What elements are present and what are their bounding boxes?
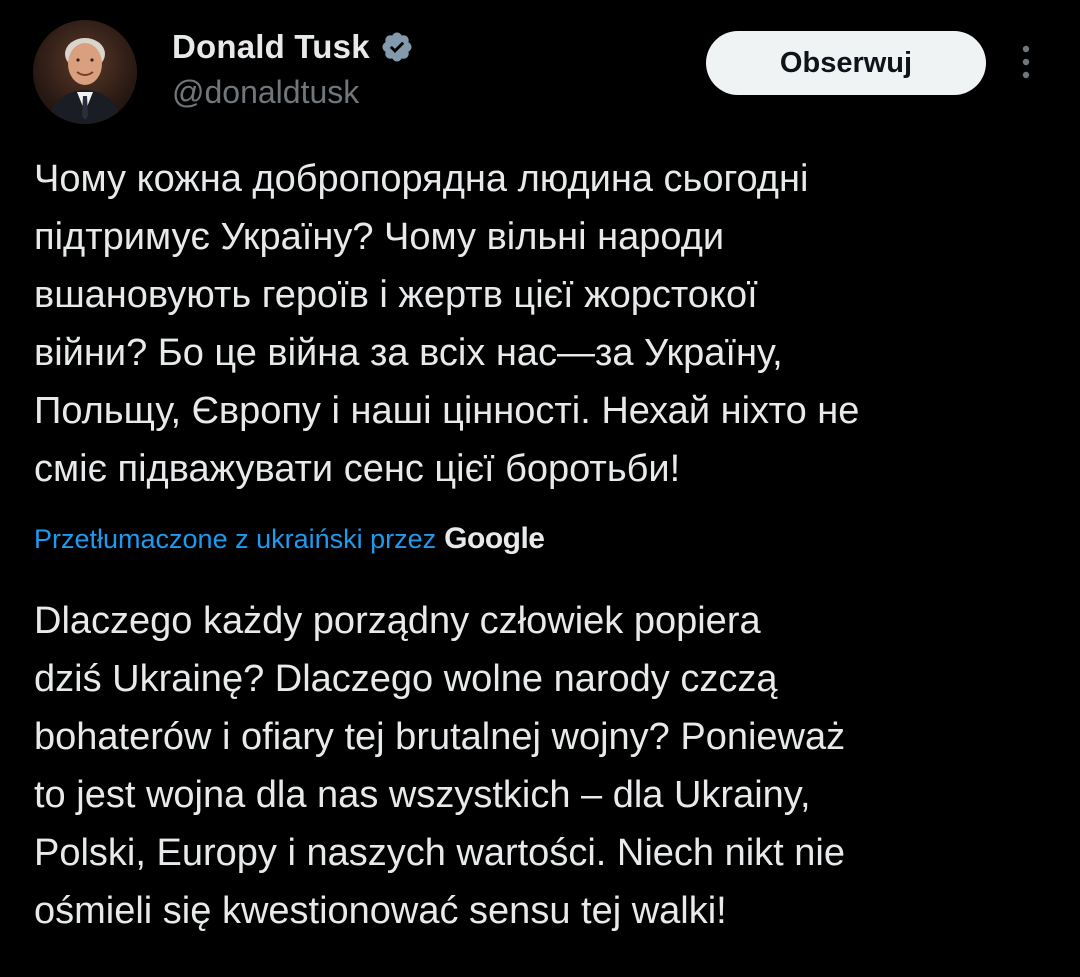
tweet-card: Donald Tusk @donaldtusk Obserwuj Чому ко…	[0, 0, 1080, 977]
author-name-row: Donald Tusk	[172, 28, 414, 66]
verified-badge-icon	[382, 32, 412, 62]
author-display-name[interactable]: Donald Tusk	[172, 28, 370, 66]
author-avatar[interactable]	[33, 20, 137, 124]
tweet-original-text: Чому кожна добропорядна людина сьогодні …	[34, 158, 860, 490]
follow-button[interactable]: Obserwuj	[706, 31, 986, 95]
google-logo: Google	[444, 522, 545, 555]
translation-attribution: Przetłumaczone z ukraiński przez Google	[34, 522, 545, 556]
translation-link[interactable]: Przetłumaczone z ukraiński przez	[34, 524, 436, 555]
vertical-ellipsis-icon[interactable]	[1012, 40, 1040, 84]
person-portrait-avatar-icon	[47, 38, 123, 124]
tweet-translated-text: Dlaczego każdy porządny człowiek popiera…	[34, 600, 846, 932]
author-handle[interactable]: @donaldtusk	[172, 74, 359, 111]
